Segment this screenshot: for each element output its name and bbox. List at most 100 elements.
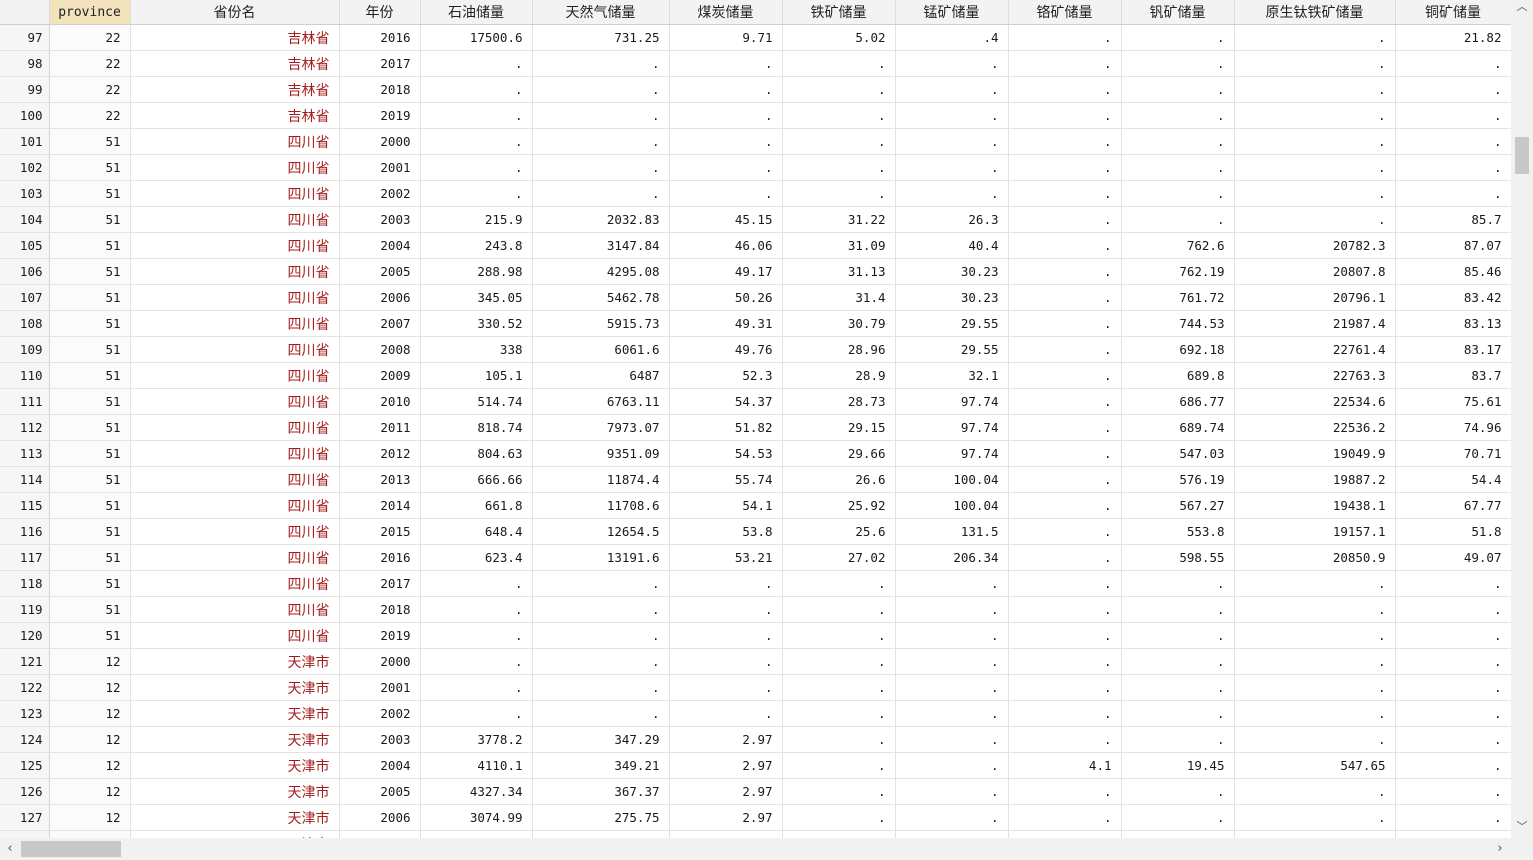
table-cell[interactable]: . <box>532 700 670 727</box>
row-number[interactable]: 99 <box>0 76 50 103</box>
table-cell[interactable]: . <box>669 76 783 103</box>
table-cell[interactable]: 17500.6 <box>420 24 533 51</box>
cell-province[interactable]: 51 <box>49 414 131 441</box>
table-cell[interactable]: . <box>1008 154 1122 181</box>
cell-province-name[interactable]: 天津市 <box>130 726 340 753</box>
table-cell[interactable]: . <box>1395 674 1511 701</box>
table-cell[interactable]: 12654.5 <box>532 518 670 545</box>
table-cell[interactable]: 20796.1 <box>1234 284 1396 311</box>
table-row[interactable]: 127 12 天津市 2006 3074.99 275.75 2.97...... <box>0 804 1511 831</box>
cell-province-name[interactable]: 四川省 <box>130 284 340 311</box>
row-number[interactable]: 104 <box>0 206 50 233</box>
table-cell[interactable]: . <box>895 752 1009 779</box>
table-cell[interactable] <box>1121 830 1235 838</box>
cell-province[interactable]: 22 <box>49 50 131 77</box>
table-cell[interactable]: 67.77 <box>1395 492 1511 519</box>
table-cell[interactable]: 2007 <box>339 310 421 337</box>
table-cell[interactable]: 29.55 <box>895 310 1009 337</box>
table-row[interactable]: 118 51 四川省 2017......... <box>0 570 1511 597</box>
table-cell[interactable]: 349.21 <box>532 752 670 779</box>
cell-province-name[interactable]: 四川省 <box>130 544 340 571</box>
table-row[interactable]: 106 51 四川省 2005 288.98 4295.08 49.17 31.13 30.23… <box>0 258 1511 285</box>
cell-province[interactable]: 12 <box>49 726 131 753</box>
table-cell[interactable]: 2002 <box>339 180 421 207</box>
table-cell[interactable]: . <box>669 648 783 675</box>
table-cell[interactable]: . <box>1395 648 1511 675</box>
table-cell[interactable]: . <box>1008 674 1122 701</box>
scroll-right-icon[interactable]: › <box>1492 841 1508 857</box>
cell-province[interactable]: 51 <box>49 206 131 233</box>
table-cell[interactable]: . <box>782 180 896 207</box>
table-cell[interactable]: . <box>1234 24 1396 51</box>
row-number[interactable]: 120 <box>0 622 50 649</box>
table-cell[interactable]: . <box>532 674 670 701</box>
table-cell[interactable]: . <box>1234 102 1396 129</box>
table-row[interactable]: 116 51 四川省 2015 648.4 12654.5 53.8 25.6 131.5. 55… <box>0 518 1511 545</box>
cell-province-name[interactable]: 四川省 <box>130 232 340 259</box>
table-cell[interactable]: 2006 <box>339 804 421 831</box>
table-cell[interactable]: . <box>420 180 533 207</box>
table-row[interactable]: 103 51 四川省 2002......... <box>0 180 1511 207</box>
table-row[interactable]: 104 51 四川省 2003 215.9 2032.83 45.15 31.22 26.3..… <box>0 206 1511 233</box>
table-cell[interactable]: . <box>1121 726 1235 753</box>
table-cell[interactable]: . <box>1395 102 1511 129</box>
table-cell[interactable]: 75.61 <box>1395 388 1511 415</box>
row-number[interactable]: 125 <box>0 752 50 779</box>
table-cell[interactable]: 19.45 <box>1121 752 1235 779</box>
table-row[interactable]: 119 51 四川省 2018......... <box>0 596 1511 623</box>
table-cell[interactable]: . <box>782 570 896 597</box>
table-cell[interactable]: 553.8 <box>1121 518 1235 545</box>
table-cell[interactable]: . <box>669 596 783 623</box>
table-cell[interactable]: . <box>1008 726 1122 753</box>
table-cell[interactable]: 28.9 <box>782 362 896 389</box>
cell-province[interactable]: 12 <box>49 700 131 727</box>
table-row[interactable]: 113 51 四川省 2012 804.63 9351.09 54.53 29.66 97.74… <box>0 440 1511 467</box>
table-cell[interactable]: . <box>532 50 670 77</box>
table-cell[interactable]: 4110.1 <box>420 752 533 779</box>
table-cell[interactable]: 51.8 <box>1395 518 1511 545</box>
table-cell[interactable]: 53.8 <box>669 518 783 545</box>
table-cell[interactable]: 744.53 <box>1121 310 1235 337</box>
table-cell[interactable]: . <box>1008 362 1122 389</box>
table-cell[interactable]: 686.77 <box>1121 388 1235 415</box>
table-cell[interactable]: 45.15 <box>669 206 783 233</box>
table-cell[interactable]: 5915.73 <box>532 310 670 337</box>
table-cell[interactable]: . <box>1008 596 1122 623</box>
table-cell[interactable]: . <box>895 596 1009 623</box>
table-cell[interactable]: 598.55 <box>1121 544 1235 571</box>
row-number[interactable]: 124 <box>0 726 50 753</box>
table-cell[interactable]: . <box>532 648 670 675</box>
table-cell[interactable]: . <box>895 700 1009 727</box>
column-header[interactable]: 铬矿储量 <box>1008 0 1122 25</box>
table-row[interactable]: 115 51 四川省 2014 661.8 11708.6 54.1 25.92 100.04.… <box>0 492 1511 519</box>
table-cell[interactable]: 367.37 <box>532 778 670 805</box>
table-cell[interactable]: 11708.6 <box>532 492 670 519</box>
table-cell[interactable]: 28.73 <box>782 388 896 415</box>
table-cell[interactable]: 20782.3 <box>1234 232 1396 259</box>
table-cell[interactable]: 818.74 <box>420 414 533 441</box>
table-cell[interactable]: 100.04 <box>895 466 1009 493</box>
table-cell[interactable]: 4295.08 <box>532 258 670 285</box>
table-cell[interactable]: 762.19 <box>1121 258 1235 285</box>
scroll-left-icon[interactable]: ‹ <box>2 841 18 857</box>
table-row[interactable]: 107 51 四川省 2006 345.05 5462.78 50.26 31.4 30.23.… <box>0 284 1511 311</box>
table-cell[interactable]: 49.07 <box>1395 544 1511 571</box>
table-cell[interactable]: 20850.9 <box>1234 544 1396 571</box>
table-row[interactable]: 123 12 天津市 2002......... <box>0 700 1511 727</box>
cell-province[interactable]: 12 <box>49 778 131 805</box>
table-cell[interactable]: 2005 <box>339 258 421 285</box>
table-cell[interactable]: 30.23 <box>895 258 1009 285</box>
cell-province-name[interactable]: 天津市 <box>130 804 340 831</box>
row-number[interactable]: 114 <box>0 466 50 493</box>
table-cell[interactable]: . <box>420 154 533 181</box>
table-cell[interactable]: 623.4 <box>420 544 533 571</box>
table-cell[interactable]: 275.75 <box>532 804 670 831</box>
cell-province-name[interactable]: 四川省 <box>130 336 340 363</box>
table-cell[interactable]: . <box>782 102 896 129</box>
cell-province-name[interactable]: 四川省 <box>130 622 340 649</box>
table-cell[interactable]: . <box>420 622 533 649</box>
table-cell[interactable]: 2.97 <box>669 726 783 753</box>
table-cell[interactable]: 6061.6 <box>532 336 670 363</box>
table-cell[interactable]: 5462.78 <box>532 284 670 311</box>
row-number[interactable] <box>0 830 50 838</box>
